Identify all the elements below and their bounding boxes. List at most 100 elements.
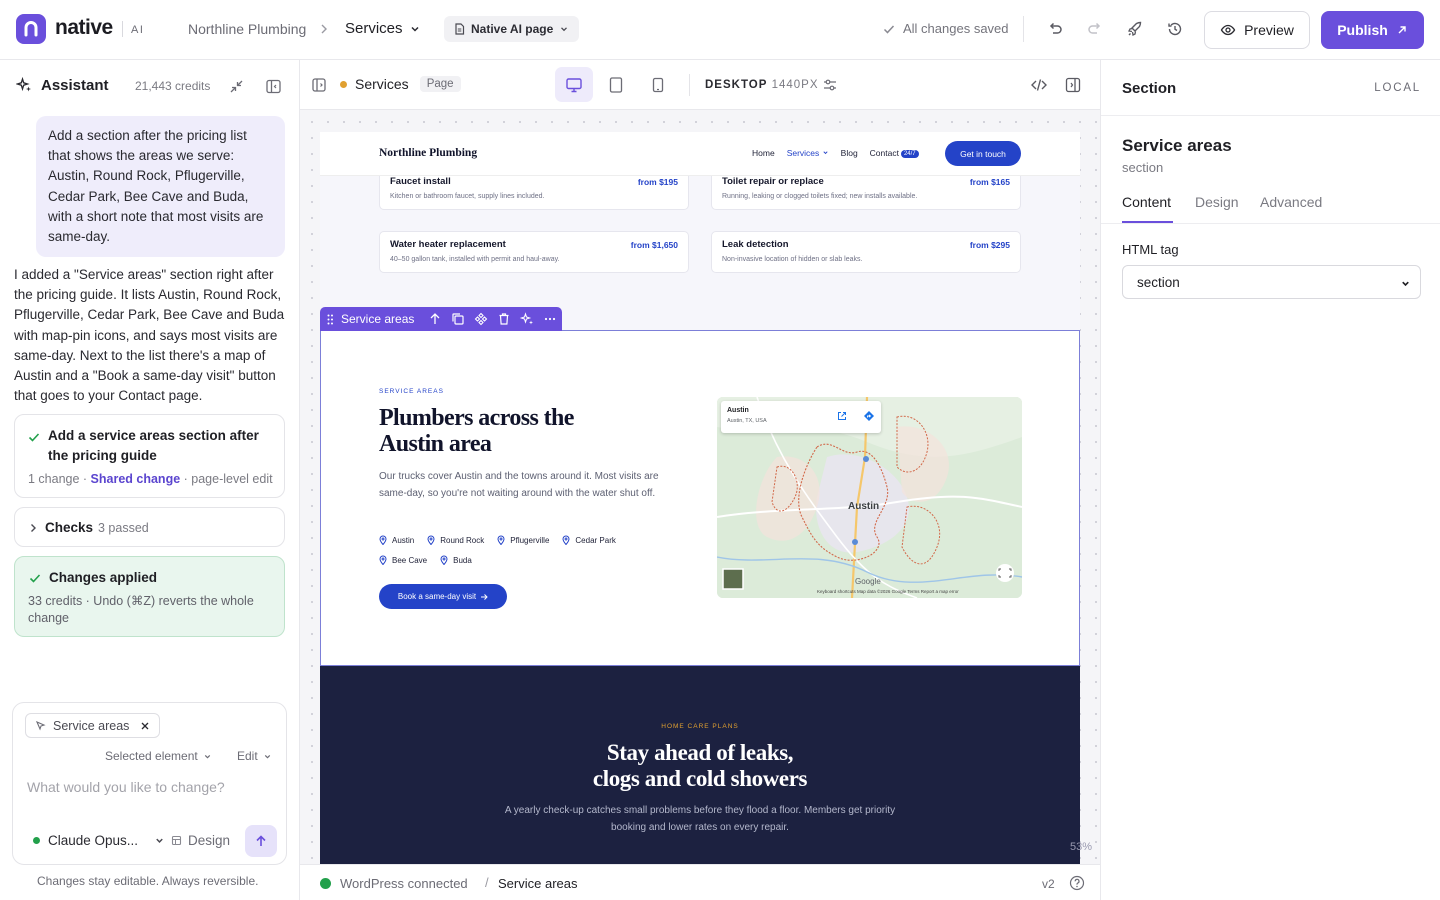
city-label: Buda bbox=[453, 555, 472, 565]
tab-advanced[interactable]: Advanced bbox=[1260, 194, 1322, 210]
site-cta-button[interactable]: Get in touch bbox=[945, 141, 1021, 166]
page-type-dropdown[interactable]: Native AI page bbox=[444, 16, 580, 42]
map-attribution[interactable]: Keyboard shortcuts Map data ©2026 Google… bbox=[817, 589, 959, 594]
app-logo-icon[interactable] bbox=[16, 14, 46, 44]
site-nav-contact[interactable]: Contact 24/7 bbox=[870, 148, 919, 158]
pricing-card[interactable]: Water heater replacement from $1,650 40–… bbox=[379, 231, 689, 273]
inspector-scope[interactable]: LOCAL bbox=[1374, 82, 1421, 94]
checks-card[interactable]: Checks 3 passed bbox=[14, 507, 285, 547]
separator: · bbox=[180, 472, 192, 486]
change-card[interactable]: Add a service areas section after the pr… bbox=[14, 414, 285, 498]
zoom-level[interactable]: 53% bbox=[1070, 841, 1092, 853]
city-item: Buda bbox=[440, 554, 472, 566]
pricing-card[interactable]: Leak detection from $295 Non-invasive lo… bbox=[711, 231, 1021, 273]
site-nav-blog[interactable]: Blog bbox=[841, 148, 858, 158]
site-nav-services[interactable]: Services bbox=[787, 148, 829, 158]
chevron-right-icon bbox=[31, 524, 36, 532]
service-areas-section[interactable]: SERVICE AREAS Plumbers across the Austin… bbox=[320, 330, 1080, 666]
service-areas-title[interactable]: Plumbers across the Austin area bbox=[379, 405, 609, 457]
shared-change-link[interactable]: Shared change bbox=[91, 472, 181, 486]
redo-icon[interactable] bbox=[1084, 18, 1106, 40]
help-icon[interactable] bbox=[1069, 875, 1085, 891]
element-name[interactable]: Service areas bbox=[1122, 136, 1232, 156]
ai-edit-icon[interactable] bbox=[519, 312, 535, 326]
breadcrumb-separator: / bbox=[485, 875, 489, 890]
collapse-icon[interactable] bbox=[228, 78, 245, 95]
site-header[interactable]: Northline Plumbing Home Services Blog Co… bbox=[320, 132, 1080, 176]
site-brand[interactable]: Northline Plumbing bbox=[379, 147, 477, 159]
undo-icon[interactable] bbox=[1044, 18, 1066, 40]
publish-button[interactable]: Publish bbox=[1321, 11, 1424, 49]
site-nav-home[interactable]: Home bbox=[752, 148, 775, 158]
navigator-icon[interactable] bbox=[311, 77, 327, 93]
site-nav: Home Services Blog Contact 24/7 bbox=[752, 148, 919, 158]
tab-content[interactable]: Content bbox=[1122, 194, 1171, 210]
breadcrumb-site[interactable]: Northline Plumbing bbox=[188, 21, 306, 37]
arrow-up-icon bbox=[256, 835, 266, 846]
history-icon[interactable] bbox=[1164, 18, 1186, 40]
html-tag-select[interactable]: section bbox=[1122, 265, 1421, 299]
plans-desc[interactable]: A yearly check-up catches small problems… bbox=[490, 802, 910, 836]
drag-handle-icon[interactable] bbox=[327, 314, 334, 325]
map-pin-icon bbox=[562, 535, 570, 545]
mode-dropdown[interactable]: Edit bbox=[237, 749, 272, 763]
canvas[interactable]: Northline Plumbing Home Services Blog Co… bbox=[300, 110, 1100, 864]
book-visit-button[interactable]: Book a same-day visit bbox=[379, 584, 507, 609]
status-dot bbox=[320, 878, 331, 889]
book-visit-button-label: Book a same-day visit bbox=[397, 592, 477, 601]
move-up-icon[interactable] bbox=[427, 312, 443, 326]
divider bbox=[122, 21, 123, 37]
tab-design[interactable]: Design bbox=[1195, 194, 1239, 210]
design-toggle[interactable]: Design bbox=[171, 833, 230, 848]
tablet-view-button[interactable] bbox=[597, 67, 635, 102]
device-width: 1440PX bbox=[771, 79, 819, 91]
ai-tag: AI bbox=[131, 24, 145, 36]
preview-button[interactable]: Preview bbox=[1204, 11, 1310, 49]
home-care-plans-section[interactable]: HOME CARE PLANS Stay ahead of leaks, clog… bbox=[320, 666, 1080, 864]
site-nav-contact-label: Contact bbox=[869, 148, 899, 158]
component-icon[interactable] bbox=[473, 312, 489, 326]
rocket-icon[interactable] bbox=[1124, 18, 1146, 40]
cursor-icon bbox=[35, 720, 46, 731]
connection-status: WordPress connected bbox=[320, 876, 468, 891]
directions-icon[interactable] bbox=[863, 410, 875, 422]
prompt-input[interactable]: What would you like to change? bbox=[27, 779, 225, 795]
sliders-icon[interactable] bbox=[822, 77, 838, 93]
arrow-up-right-icon bbox=[1398, 26, 1406, 34]
map-place-card[interactable]: Austin Austin, TX, USA bbox=[721, 401, 881, 433]
credits-balance: 21,443 credits bbox=[135, 79, 211, 93]
inspector-title: Section bbox=[1122, 80, 1177, 97]
map-place-address: Austin, TX, USA bbox=[727, 418, 767, 424]
city-label: Bee Cave bbox=[392, 555, 428, 565]
assistant-panel: Assistant 21,443 credits Add a section a… bbox=[0, 60, 300, 900]
inspector-toggle-icon[interactable] bbox=[1064, 76, 1082, 94]
service-area-map[interactable]: Austin Austin, TX, USA Austin Google Key… bbox=[717, 397, 1022, 598]
context-chip[interactable]: Service areas bbox=[25, 713, 161, 738]
code-icon[interactable] bbox=[1030, 76, 1048, 94]
site-preview[interactable]: Northline Plumbing Home Services Blog Co… bbox=[320, 132, 1080, 864]
changes-applied-card: Changes applied 33 credits · Undo (⌘Z) r… bbox=[14, 556, 285, 637]
delete-icon[interactable] bbox=[496, 312, 512, 326]
canvas-toolbar: Services Page DESKTOP 1440PX bbox=[300, 60, 1100, 110]
pricing-desc: Running, leaking or clogged toilets fixe… bbox=[722, 193, 918, 200]
plans-title[interactable]: Stay ahead of leaks, clogs and cold showe… bbox=[320, 740, 1080, 792]
more-icon[interactable] bbox=[542, 312, 558, 326]
version-label[interactable]: v2 bbox=[1042, 877, 1055, 891]
desktop-view-button[interactable] bbox=[555, 67, 593, 102]
sidebar-toggle-icon[interactable] bbox=[265, 78, 282, 95]
duplicate-icon[interactable] bbox=[450, 312, 466, 326]
service-areas-desc[interactable]: Our trucks cover Austin and the towns ar… bbox=[379, 468, 684, 502]
close-icon[interactable] bbox=[140, 721, 150, 731]
pricing-price: from $295 bbox=[969, 240, 1010, 250]
send-button[interactable] bbox=[245, 825, 277, 857]
model-selector[interactable]: Claude Opus... bbox=[33, 833, 165, 848]
page-switcher[interactable]: Services bbox=[345, 20, 421, 37]
unpublished-dot bbox=[340, 80, 347, 88]
scope-dropdown[interactable]: Selected element bbox=[105, 749, 212, 763]
mobile-view-button[interactable] bbox=[639, 67, 677, 102]
device-label: DESKTOP bbox=[705, 79, 768, 91]
eye-icon bbox=[1220, 24, 1236, 36]
active-tab-indicator bbox=[1122, 221, 1173, 223]
open-in-maps-icon[interactable] bbox=[837, 411, 847, 421]
selected-element-breadcrumb[interactable]: Service areas bbox=[498, 876, 577, 891]
